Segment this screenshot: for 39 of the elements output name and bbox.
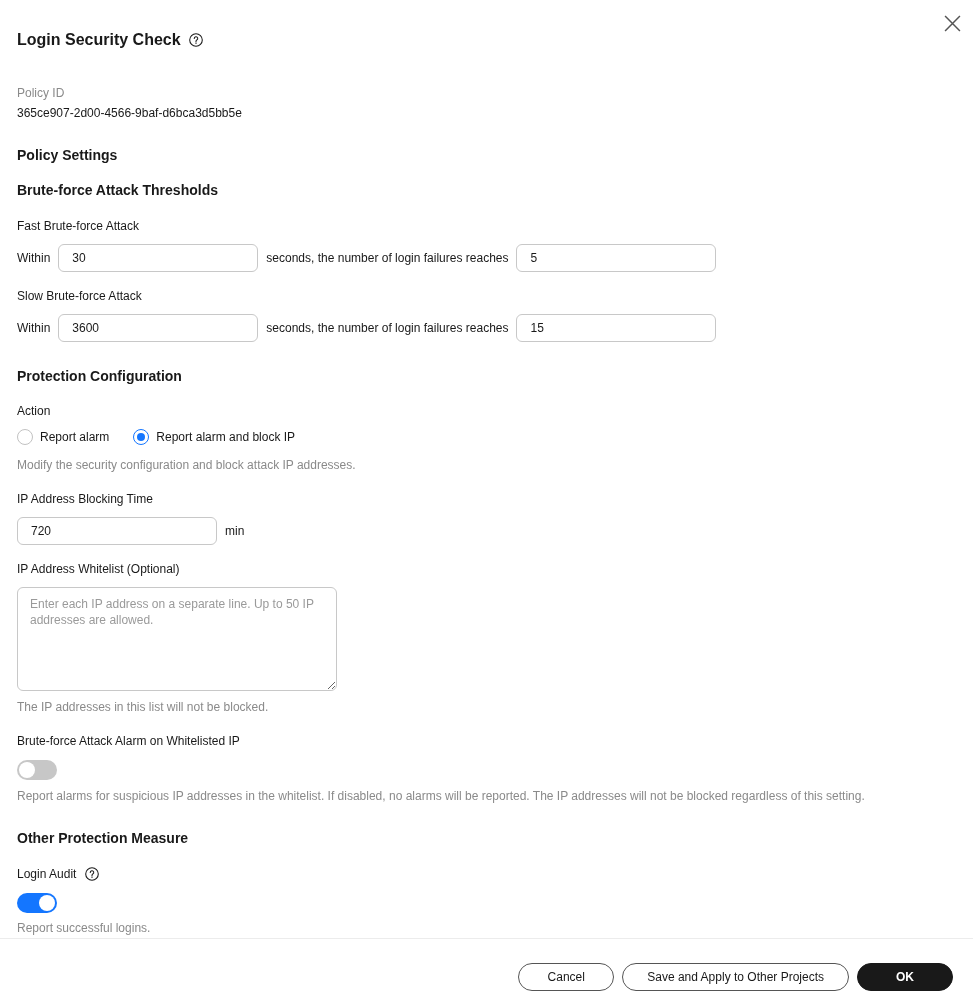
hint-text: Report alarms for suspicious IP addresses in the whitelist. If disabled, no alarms will be reported. The IP addresses will not be blocked regardless of this setting. <box>17 788 865 804</box>
field-label: IP Address Whitelist (Optional) <box>17 561 180 577</box>
field-label: Slow Brute-force Attack <box>17 288 142 304</box>
hint-text: Report successful logins. <box>17 920 151 936</box>
radio-option[interactable]: Report alarm <box>17 429 110 445</box>
failure-count-input[interactable]: 15 <box>516 314 717 342</box>
dialog-button[interactable]: Cancel <box>518 963 615 991</box>
toggle-switch[interactable] <box>17 893 57 913</box>
field-prefix: Within <box>17 320 51 336</box>
seconds-input[interactable]: 3600 <box>58 314 259 342</box>
toggle-switch[interactable] <box>17 760 57 780</box>
close-icon[interactable] <box>944 15 961 32</box>
policy-id-value: 365ce907-2d00-4566-9baf-d6bca3d5bb5e <box>17 105 242 121</box>
hint-text: The IP addresses in this list will not be blocked. <box>17 699 269 715</box>
radio-option[interactable]: Report alarm and block IP <box>133 429 296 445</box>
field-label: Action <box>17 403 51 419</box>
section-heading: Brute-force Attack Thresholds <box>17 181 218 200</box>
section-heading: Other Protection Measure <box>17 829 189 848</box>
dialog-button[interactable]: Save and Apply to Other Projects <box>622 963 849 991</box>
field-label: IP Address Blocking Time <box>17 491 153 507</box>
section-heading: Protection Configuration <box>17 367 182 386</box>
help-icon[interactable] <box>85 867 100 881</box>
dialog-button[interactable]: OK <box>857 963 953 991</box>
failure-count-input[interactable]: 5 <box>516 244 717 272</box>
blocking-time-input[interactable]: 720 <box>17 517 217 545</box>
field-label: Login Audit <box>17 866 77 882</box>
whitelist-textarea[interactable]: Enter each IP address on a separate line. Up to 50 IP addresses are allowed. <box>17 587 337 691</box>
field-prefix: Within <box>17 250 51 266</box>
help-icon[interactable] <box>188 33 203 47</box>
field-text: seconds, the number of login failures reaches <box>266 250 509 266</box>
hint-text: Modify the security configuration and block attack IP addresses. <box>17 457 356 473</box>
field-label: Brute-force Attack Alarm on Whitelisted IP <box>17 733 240 749</box>
field-label: Fast Brute-force Attack <box>17 218 140 234</box>
dialog-title: Login Security Check <box>17 30 181 50</box>
unit-label: min <box>225 523 245 539</box>
section-heading: Policy Settings <box>17 146 118 165</box>
field-label: Policy ID <box>17 85 65 101</box>
field-text: seconds, the number of login failures reaches <box>266 320 509 336</box>
seconds-input[interactable]: 30 <box>58 244 259 272</box>
